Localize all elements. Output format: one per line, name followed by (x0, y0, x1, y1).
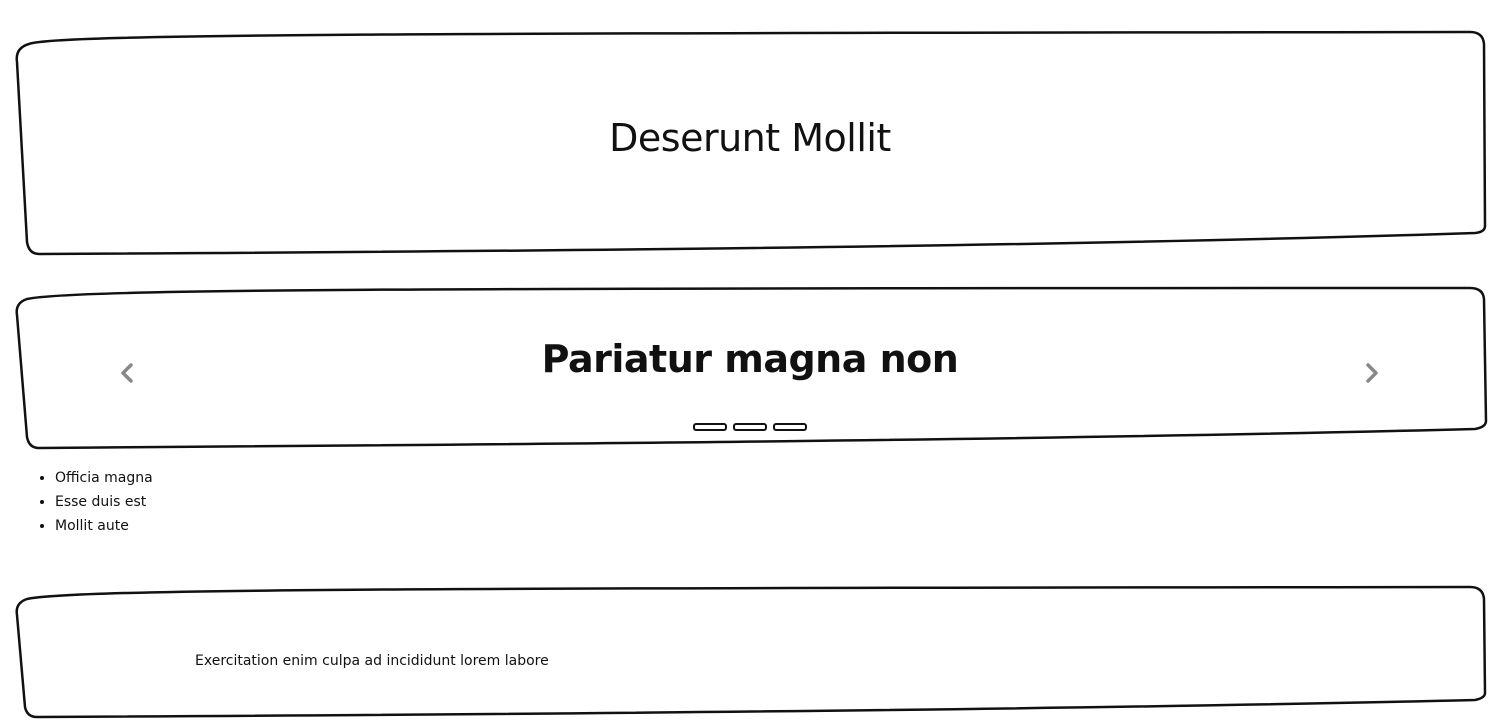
carousel-next-button[interactable] (1360, 359, 1384, 387)
page-title: Deserunt Mollit (609, 116, 891, 160)
carousel-indicator-2[interactable] (733, 423, 767, 431)
carousel-prev-button[interactable] (115, 359, 139, 387)
list-item: Esse duis est (55, 490, 153, 514)
header-section: Deserunt Mollit (15, 30, 1487, 258)
footer-section: Exercitation enim culpa ad incididunt lo… (15, 585, 1487, 719)
list-item: Mollit aute (55, 514, 153, 538)
footer-text: Exercitation enim culpa ad incididunt lo… (195, 653, 549, 669)
chevron-right-icon (1366, 363, 1378, 383)
carousel-indicator-1[interactable] (693, 423, 727, 431)
footer-frame (15, 585, 1487, 719)
carousel-slide-title: Pariatur magna non (541, 337, 959, 381)
carousel: Pariatur magna non (15, 285, 1488, 451)
carousel-indicator-3[interactable] (773, 423, 807, 431)
page: Deserunt Mollit Pariatur magna non Offic… (0, 0, 1500, 720)
footer-outline (15, 585, 1487, 719)
carousel-indicators (15, 423, 1485, 431)
bullet-list: Officia magna Esse duis est Mollit aute (0, 466, 153, 538)
list-item: Officia magna (55, 466, 153, 490)
chevron-left-icon (121, 363, 133, 383)
